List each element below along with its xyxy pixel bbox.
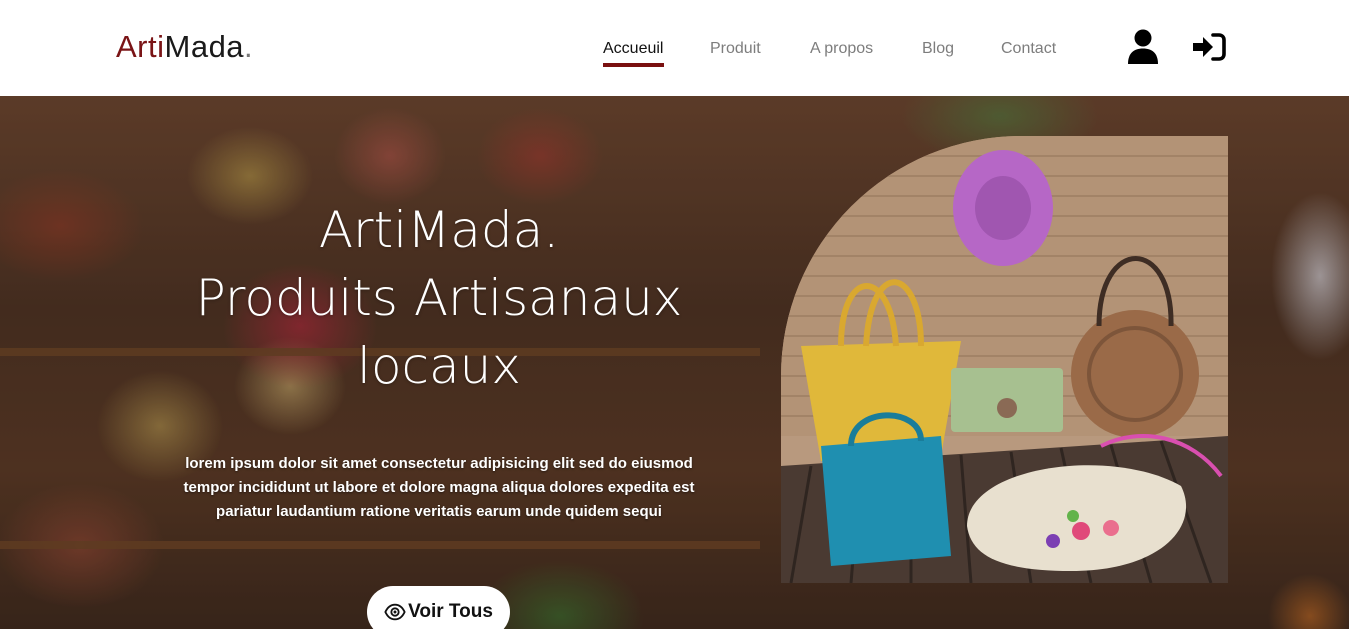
hero-description: lorem ipsum dolor sit amet consectetur a… — [183, 455, 695, 520]
nav-item-produit[interactable]: Produit — [710, 38, 761, 60]
nav-active-underline — [603, 63, 664, 67]
nav-item-a-propos[interactable]: A propos — [810, 38, 873, 60]
sign-in-icon[interactable] — [1191, 28, 1227, 66]
user-icon[interactable] — [1125, 28, 1161, 66]
hero-title-line: locaux — [357, 337, 521, 395]
eye-icon — [384, 603, 406, 621]
brand-logo-part1: Arti — [116, 29, 165, 64]
hero-section: ArtiMada. Produits Artisanaux locaux lor… — [0, 96, 1349, 629]
brand-logo[interactable]: ArtiMada. — [116, 27, 253, 67]
hero-title-line: Produits Artisanaux — [195, 269, 683, 327]
voir-tous-label: Voir Tous — [408, 601, 493, 622]
hero-title-line: ArtiMada. — [318, 201, 560, 259]
nav-item-blog[interactable]: Blog — [922, 38, 954, 60]
nav-item-contact[interactable]: Contact — [1001, 38, 1056, 60]
hero-title: ArtiMada. Produits Artisanaux locaux — [150, 196, 728, 400]
brand-logo-part2: Mada — [164, 29, 245, 64]
voir-tous-button[interactable]: Voir Tous — [367, 586, 510, 629]
site-header: ArtiMada. Accueuil Produit A propos Blog… — [0, 0, 1349, 96]
brand-logo-dot: . — [244, 29, 254, 64]
nav-item-accueuil[interactable]: Accueuil — [603, 38, 663, 60]
